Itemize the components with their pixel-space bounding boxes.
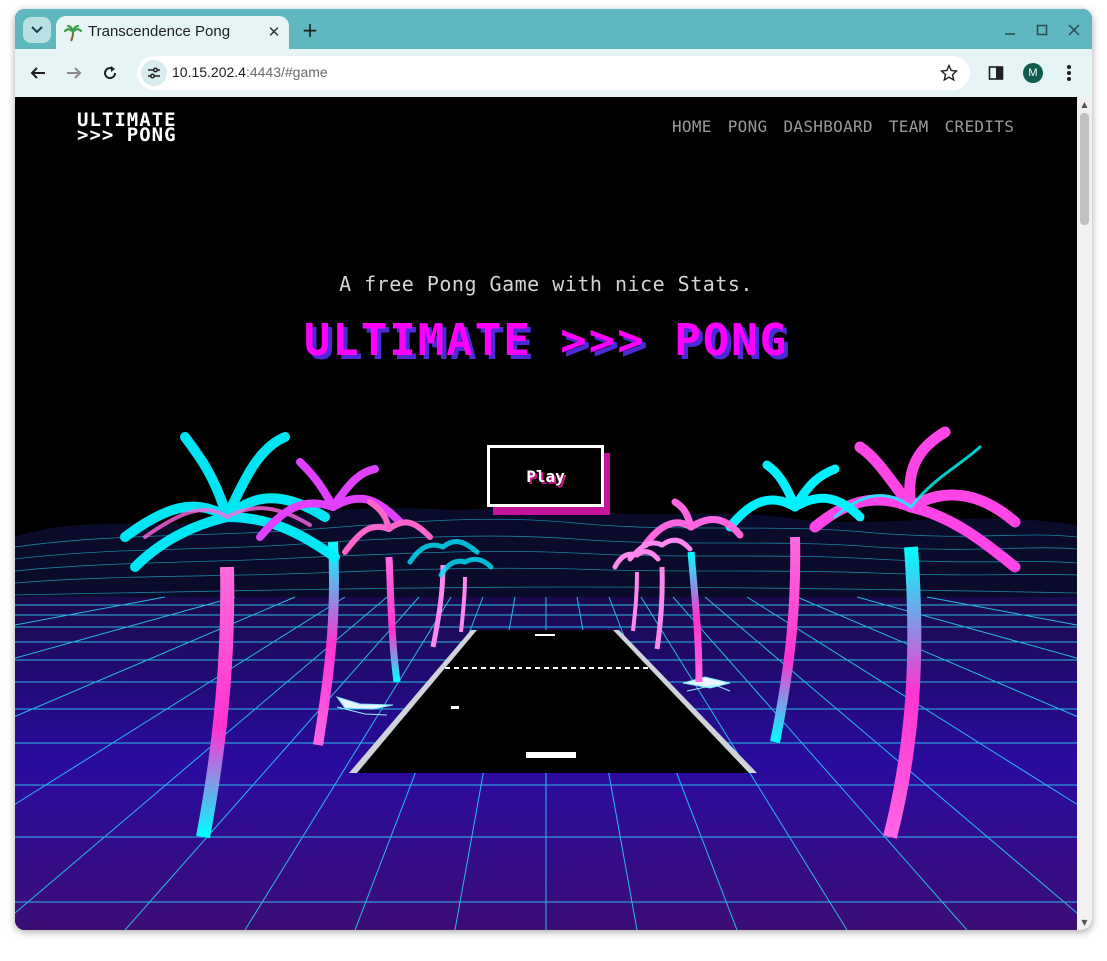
- chevron-down-icon: [31, 26, 43, 34]
- browser-window: Transcendence Pong ✕ + 10.15.202.4:4443/…: [15, 9, 1092, 930]
- maximize-icon[interactable]: [1029, 17, 1055, 43]
- nav-pong[interactable]: PONG: [728, 117, 768, 136]
- page-content: ULTIMATE >>> PONG HOME PONG DASHBOARD TE…: [15, 97, 1077, 930]
- tab-search-button[interactable]: [23, 17, 51, 43]
- tab-strip: Transcendence Pong ✕ +: [15, 9, 1092, 49]
- avatar[interactable]: M: [1023, 63, 1043, 83]
- scrollbar[interactable]: ▲ ▼: [1077, 97, 1092, 930]
- new-tab-button[interactable]: +: [298, 18, 322, 42]
- back-button[interactable]: [24, 59, 52, 87]
- nav-credits[interactable]: CREDITS: [945, 117, 1015, 136]
- reload-icon: [104, 66, 117, 80]
- close-icon[interactable]: ✕: [265, 23, 283, 41]
- tab-active[interactable]: Transcendence Pong ✕: [56, 16, 289, 49]
- star-icon[interactable]: [938, 62, 960, 84]
- url-path: :4443/#game: [245, 64, 328, 80]
- nav-team[interactable]: TEAM: [889, 117, 929, 136]
- url-host: 10.15.202.4: [172, 64, 246, 80]
- nav-dashboard[interactable]: DASHBOARD: [783, 117, 872, 136]
- hero-title: ULTIMATE >>> PONG: [303, 315, 789, 366]
- nav-home[interactable]: HOME: [672, 117, 712, 136]
- logo-line-2: >>> PONG: [77, 124, 177, 146]
- address-bar[interactable]: 10.15.202.4:4443/#game: [137, 56, 970, 90]
- scroll-down-icon[interactable]: ▼: [1080, 918, 1089, 927]
- site-logo[interactable]: ULTIMATE >>> PONG: [77, 111, 177, 146]
- palm-favicon: [64, 24, 82, 42]
- reload-button[interactable]: [96, 59, 124, 87]
- side-panel-icon[interactable]: [982, 59, 1010, 87]
- tab-title: Transcendence Pong: [88, 23, 231, 40]
- scroll-thumb[interactable]: [1080, 113, 1089, 225]
- forward-button[interactable]: [60, 59, 88, 87]
- main-nav: HOME PONG DASHBOARD TEAM CREDITS: [672, 117, 1014, 136]
- play-button[interactable]: Play: [487, 445, 604, 507]
- forward-arrow-icon: [67, 67, 82, 79]
- minimize-icon[interactable]: [997, 17, 1023, 43]
- browser-toolbar: 10.15.202.4:4443/#game M: [15, 49, 1092, 97]
- url-text: 10.15.202.4:4443/#game: [172, 64, 328, 80]
- back-arrow-icon: [30, 67, 45, 79]
- window-close-icon[interactable]: [1061, 17, 1087, 43]
- menu-dots-icon[interactable]: [1055, 59, 1083, 87]
- site-settings-icon[interactable]: [141, 60, 167, 86]
- tagline: A free Pong Game with nice Stats.: [339, 272, 753, 296]
- scroll-up-icon[interactable]: ▲: [1080, 100, 1089, 109]
